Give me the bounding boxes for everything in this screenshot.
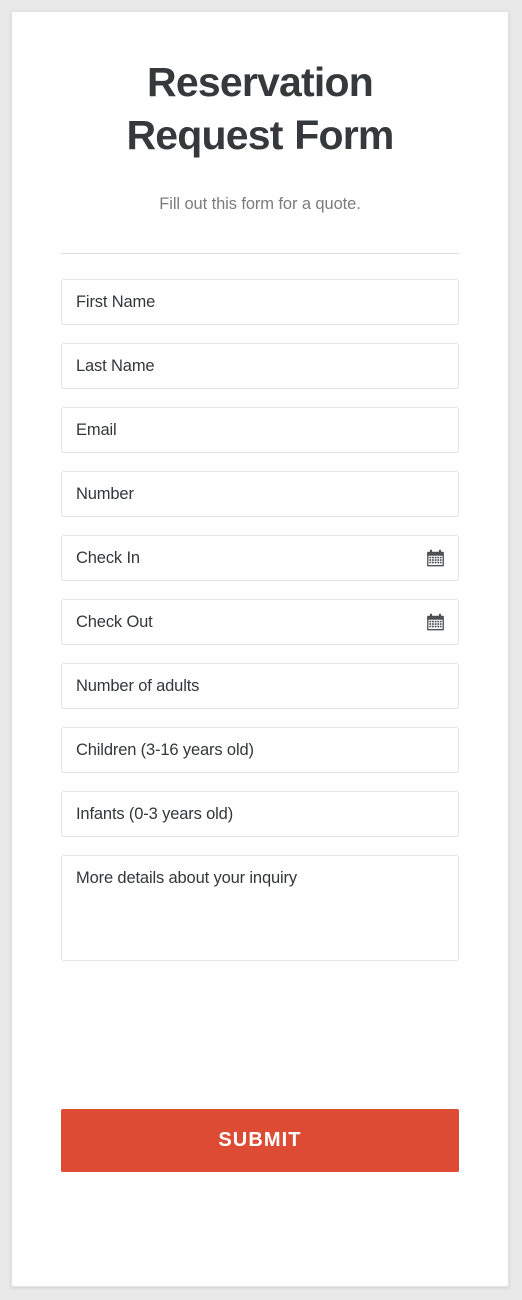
field-label: Last Name	[76, 357, 155, 375]
calendar-icon[interactable]	[426, 613, 445, 632]
field-label: Number	[76, 485, 134, 503]
field-label: Number of adults	[76, 677, 200, 695]
field-number-of-adults[interactable]: Number of adults	[61, 663, 459, 709]
field-check-in[interactable]: Check In	[61, 535, 459, 581]
field-infants[interactable]: Infants (0-3 years old)	[61, 791, 459, 837]
submit-container: SUBMIT	[61, 1109, 459, 1172]
page-background: Reservation Request Form Fill out this f…	[0, 0, 522, 1300]
field-first-name[interactable]: First Name	[61, 279, 459, 325]
field-children[interactable]: Children (3-16 years old)	[61, 727, 459, 773]
field-label: Check In	[76, 549, 140, 567]
form-container: Reservation Request Form Fill out this f…	[12, 56, 508, 1172]
header-divider	[61, 253, 459, 254]
submit-button[interactable]: SUBMIT	[61, 1109, 459, 1172]
field-check-out[interactable]: Check Out	[61, 599, 459, 645]
field-more-details[interactable]: More details about your inquiry	[61, 855, 459, 961]
form-fields: First Name Last Name Email Number Check …	[61, 279, 459, 961]
form-card: Reservation Request Form Fill out this f…	[11, 11, 509, 1287]
field-label: Email	[76, 421, 117, 439]
field-label: More details about your inquiry	[76, 869, 297, 887]
field-last-name[interactable]: Last Name	[61, 343, 459, 389]
field-label: Check Out	[76, 613, 153, 631]
field-email[interactable]: Email	[61, 407, 459, 453]
field-label: Children (3-16 years old)	[76, 741, 254, 759]
calendar-icon[interactable]	[426, 549, 445, 568]
field-label: Infants (0-3 years old)	[76, 805, 234, 823]
field-number[interactable]: Number	[61, 471, 459, 517]
page-title-line-1: Reservation	[147, 59, 374, 105]
page-title-line-2: Request Form	[126, 112, 394, 158]
field-label: First Name	[76, 293, 156, 311]
page-title: Reservation Request Form	[61, 56, 459, 162]
page-subtitle: Fill out this form for a quote.	[159, 195, 361, 213]
